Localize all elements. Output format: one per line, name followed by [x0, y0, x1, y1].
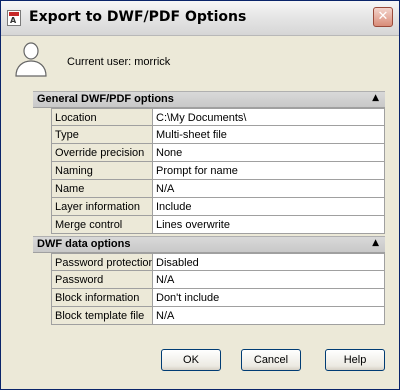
property-name: Naming: [51, 162, 153, 180]
options-property-grid: General DWF/PDF options ▲ Location C:\My…: [33, 91, 385, 364]
property-value[interactable]: Don't include: [152, 289, 385, 307]
title-bar: A Export to DWF/PDF Options ✕: [1, 1, 399, 36]
general-rows: Location C:\My Documents\ Type Multi-she…: [51, 108, 385, 234]
property-value[interactable]: Prompt for name: [152, 162, 385, 180]
user-icon: [15, 42, 47, 77]
property-name: Merge control: [51, 216, 153, 234]
cancel-button[interactable]: Cancel: [241, 349, 301, 371]
table-row[interactable]: Type Multi-sheet file: [51, 126, 385, 144]
close-button[interactable]: ✕: [373, 7, 393, 27]
dialog-content: Current user: morrick General DWF/PDF op…: [1, 36, 399, 389]
current-user-label: Current user: morrick: [67, 56, 171, 68]
property-name: Override precision: [51, 144, 153, 162]
property-value[interactable]: Include: [152, 198, 385, 216]
app-icon-mark: A: [10, 16, 17, 25]
property-value[interactable]: C:\My Documents\: [152, 108, 385, 126]
ok-button[interactable]: OK: [161, 349, 221, 371]
property-name: Type: [51, 126, 153, 144]
property-name: Name: [51, 180, 153, 198]
property-name: Password protection: [51, 253, 153, 271]
section-title-general: General DWF/PDF options: [37, 93, 174, 105]
property-value[interactable]: Multi-sheet file: [152, 126, 385, 144]
property-value[interactable]: N/A: [152, 271, 385, 289]
dialog-title: Export to DWF/PDF Options: [29, 9, 247, 25]
table-row[interactable]: Password protection Disabled: [51, 253, 385, 271]
property-value[interactable]: Lines overwrite: [152, 216, 385, 234]
property-name: Password: [51, 271, 153, 289]
table-row[interactable]: Block information Don't include: [51, 289, 385, 307]
property-value[interactable]: N/A: [152, 180, 385, 198]
property-name: Location: [51, 108, 153, 126]
property-value[interactable]: N/A: [152, 307, 385, 325]
section-header-general[interactable]: General DWF/PDF options ▲: [33, 91, 385, 108]
table-row[interactable]: Merge control Lines overwrite: [51, 216, 385, 234]
property-name: Block information: [51, 289, 153, 307]
property-value[interactable]: Disabled: [152, 253, 385, 271]
table-row[interactable]: Override precision None: [51, 144, 385, 162]
property-name: Layer information: [51, 198, 153, 216]
section-header-dwf-data[interactable]: DWF data options ▲: [33, 236, 385, 253]
table-row[interactable]: Naming Prompt for name: [51, 162, 385, 180]
table-row[interactable]: Location C:\My Documents\: [51, 108, 385, 126]
section-title-dwf-data: DWF data options: [37, 238, 131, 250]
app-icon: A: [7, 10, 21, 26]
table-row[interactable]: Block template file N/A: [51, 307, 385, 325]
table-row[interactable]: Layer information Include: [51, 198, 385, 216]
dialog-window: A Export to DWF/PDF Options ✕ Current us…: [0, 0, 400, 390]
property-value[interactable]: None: [152, 144, 385, 162]
close-icon: ✕: [377, 9, 389, 24]
collapse-arrow-icon[interactable]: ▲: [372, 238, 379, 248]
dwf-data-rows: Password protection Disabled Password N/…: [51, 253, 385, 325]
table-row[interactable]: Name N/A: [51, 180, 385, 198]
table-row[interactable]: Password N/A: [51, 271, 385, 289]
help-button[interactable]: Help: [325, 349, 385, 371]
property-name: Block template file: [51, 307, 153, 325]
collapse-arrow-icon[interactable]: ▲: [372, 93, 379, 103]
